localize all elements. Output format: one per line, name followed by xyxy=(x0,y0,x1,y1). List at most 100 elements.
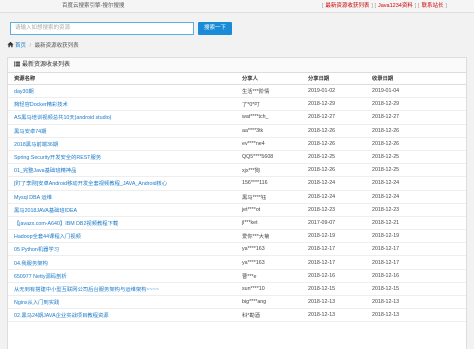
col-header-sharer: 分享人 xyxy=(236,72,302,85)
collect-date: 2018-12-16 xyxy=(366,269,466,283)
collect-date: 2018-12-26 xyxy=(366,137,466,151)
table-row: AS黑马培训视频总共10天(android studio) wat****tch_… xyxy=(8,110,466,125)
col-header-collect-date: 收录日期 xyxy=(366,72,466,85)
sharer-name: 了*0*叮 xyxy=(236,97,302,112)
breadcrumb: 首页 / 最新资源收获列表 xyxy=(7,41,467,52)
resource-title-link[interactable]: Mysql DBA 运维 xyxy=(8,190,236,204)
collect-date: 2018-12-13 xyxy=(366,308,466,323)
share-date: 2018-12-23 xyxy=(302,203,366,217)
table-row: Hadoop全套44课程入门视频 爱你***大菊 2018-12-19 2018-12… xyxy=(8,229,466,244)
share-date: 2018-12-29 xyxy=(302,97,366,112)
table-row: 650977 Netty源码剖析 曹***e 2018-12-16 2018-12-1… xyxy=(8,269,466,283)
sharer-name: ev****ne4 xyxy=(236,137,302,151)
sharer-name: jl***ket xyxy=(236,216,302,231)
table-header-row: 资源名称 分享人 分享日期 收录日期 xyxy=(8,72,466,85)
resource-title-link[interactable]: 【javazx.com-A640】IBM DB2视频教程下载 xyxy=(8,216,236,231)
table-row: 01_完整Java基础班精神品 xjx***狗 2018-12-26 2018-12-… xyxy=(8,163,466,178)
sharer-name: 156****116 xyxy=(236,176,302,191)
resource-title-link[interactable]: 02.黑马24期JAVA企业实战项目教程资源 xyxy=(8,308,236,323)
home-icon xyxy=(7,41,14,48)
col-header-share-date: 分享日期 xyxy=(302,72,366,85)
sharer-name: 爱你***大菊 xyxy=(236,229,302,244)
sharer-name: aa****3tk xyxy=(236,124,302,138)
resource-title-link[interactable]: 01_完整Java基础班精神品 xyxy=(8,163,236,178)
table-row: Nginx从入门到实践 big****ang 2018-12-13 2018-12-1… xyxy=(8,295,466,310)
share-date: 2018-12-26 xyxy=(302,137,366,151)
table-row: 从无到有搭建中小型互联网公司后台服务架构与运维架构~~~~ sun****10 20… xyxy=(8,282,466,297)
share-date: 2017-09-07 xyxy=(302,216,366,231)
resource-title-link[interactable]: Nginx从入门到实践 xyxy=(8,295,236,310)
share-date: 2018-12-26 xyxy=(302,163,366,178)
collect-date: 2018-12-25 xyxy=(366,163,466,178)
sharer-name: 曹***e xyxy=(236,269,302,283)
sharer-name: big****ang xyxy=(236,295,302,310)
resource-title-link[interactable]: 04.我服务架构 xyxy=(8,255,236,270)
share-date: 2018-12-25 xyxy=(302,150,366,165)
table-row: 夠轻容Docker精彩技术 了*0*叮 2018-12-29 2018-12-29 xyxy=(8,97,466,112)
collect-date: 2019-01-04 xyxy=(366,84,466,99)
resource-title-link[interactable]: 黑马安卓74期 xyxy=(8,124,236,138)
list-icon xyxy=(14,61,20,67)
site-title[interactable]: 百度云搜索引擎-搜尔搜搜 xyxy=(62,0,124,12)
sharer-name: 黑马****钰 xyxy=(236,190,302,204)
resource-title-link[interactable]: 夠轻容Docker精彩技术 xyxy=(8,97,236,112)
sharer-name: jet****ot xyxy=(236,203,302,217)
table-row: day30期 生活***阶情 2019-01-02 2019-01-04 xyxy=(8,84,466,99)
table-row: 黑马2018JAVA基础班IDEA jet****ot 2018-12-23 2018… xyxy=(8,203,466,217)
resource-title-link[interactable]: 650977 Netty源码剖析 xyxy=(8,269,236,283)
resource-title-link[interactable]: Hadoop全套44课程入门视频 xyxy=(8,229,236,244)
resource-title-link[interactable]: AS黑马培训视频总共10天(android studio) xyxy=(8,110,236,125)
table-row: 04.我服务架构 ya****163 2018-12-17 2018-12-17 xyxy=(8,255,466,270)
sharer-name: xjx***狗 xyxy=(236,163,302,178)
resource-title-link[interactable]: 2018黑马前端36期 xyxy=(8,137,236,151)
top-links: [最新资源收获列表] [Java1234资料] [联系站长] xyxy=(321,3,447,9)
search-input[interactable]: 请输入如想搜索的资源 xyxy=(10,22,194,35)
collect-date: 2018-12-25 xyxy=(366,150,466,165)
col-header-name: 资源名称 xyxy=(8,72,236,85)
share-date: 2018-12-27 xyxy=(302,110,366,125)
resource-title-link[interactable]: 从无到有搭建中小型互联网公司后台服务架构与运维架构~~~~ xyxy=(8,282,236,297)
share-date: 2018-12-16 xyxy=(302,269,366,283)
sharer-name: QQ5****5608 xyxy=(236,150,302,165)
resource-title-link[interactable]: 05 Python机器学习 xyxy=(8,242,236,257)
share-date: 2018-12-24 xyxy=(302,176,366,191)
search-button[interactable]: 搜索一下 xyxy=(198,22,232,35)
share-date: 2018-12-13 xyxy=(302,308,366,323)
sharer-name: 生活***阶情 xyxy=(236,84,302,99)
table-row: [盯了李刚]安卓Android移动开发全套视频教程_JAVA_Android核心… xyxy=(8,176,466,191)
sharer-name: 科*勘酒 xyxy=(236,308,302,323)
collect-date: 2018-12-26 xyxy=(366,124,466,138)
collect-date: 2018-12-17 xyxy=(366,255,466,270)
collect-date: 2018-12-27 xyxy=(366,110,466,125)
collect-date: 2018-12-24 xyxy=(366,190,466,204)
share-date: 2018-12-26 xyxy=(302,124,366,138)
top-link-java1234[interactable]: Java1234资料 xyxy=(378,3,413,9)
share-date: 2018-12-24 xyxy=(302,190,366,204)
resource-title-link[interactable]: [盯了李刚]安卓Android移动开发全套视频教程_JAVA_Android核心 xyxy=(8,176,236,191)
collect-date: 2018-12-15 xyxy=(366,282,466,297)
collect-date: 2018-12-19 xyxy=(366,229,466,244)
share-date: 2018-12-19 xyxy=(302,229,366,244)
table-row: 2018黑马前端36期 ev****ne4 2018-12-26 2018-12-26 xyxy=(8,137,466,151)
collect-date: 2018-12-23 xyxy=(366,203,466,217)
collect-date: 2018-12-17 xyxy=(366,242,466,257)
share-date: 2018-12-17 xyxy=(302,242,366,257)
table-row: 02.黑马24期JAVA企业实战项目教程资源 科*勘酒 2018-12-13 2018… xyxy=(8,308,466,323)
breadcrumb-home[interactable]: 首页 xyxy=(15,43,26,49)
resource-panel: 最新资源收录列表 资源名称 分享人 分享日期 收录日期 day30期 生活***阶… xyxy=(7,57,467,349)
table-row: 【javazx.com-A640】IBM DB2视频教程下载 jl***ket 20… xyxy=(8,216,466,231)
table-row: 黑马安卓74期 aa****3tk 2018-12-26 2018-12-26 xyxy=(8,124,466,138)
collect-date: 2018-12-21 xyxy=(366,216,466,231)
top-link-contact[interactable]: 联系站长 xyxy=(421,3,443,9)
collect-date: 2018-12-13 xyxy=(366,295,466,310)
top-link-latest[interactable]: 最新资源收获列表 xyxy=(325,3,369,9)
share-date: 2018-12-17 xyxy=(302,255,366,270)
table-row: 05 Python机器学习 ya****163 2018-12-17 2018-12-… xyxy=(8,242,466,257)
resource-title-link[interactable]: Spring Security开发安全的REST服务 xyxy=(8,150,236,165)
panel-header: 最新资源收录列表 xyxy=(8,58,466,73)
resource-title-link[interactable]: 黑马2018JAVA基础班IDEA xyxy=(8,203,236,217)
resource-table: 资源名称 分享人 分享日期 收录日期 day30期 生活***阶情 2019-01-… xyxy=(8,72,466,323)
share-date: 2018-12-15 xyxy=(302,282,366,297)
resource-title-link[interactable]: day30期 xyxy=(8,84,236,99)
breadcrumb-sep: / xyxy=(29,43,32,49)
